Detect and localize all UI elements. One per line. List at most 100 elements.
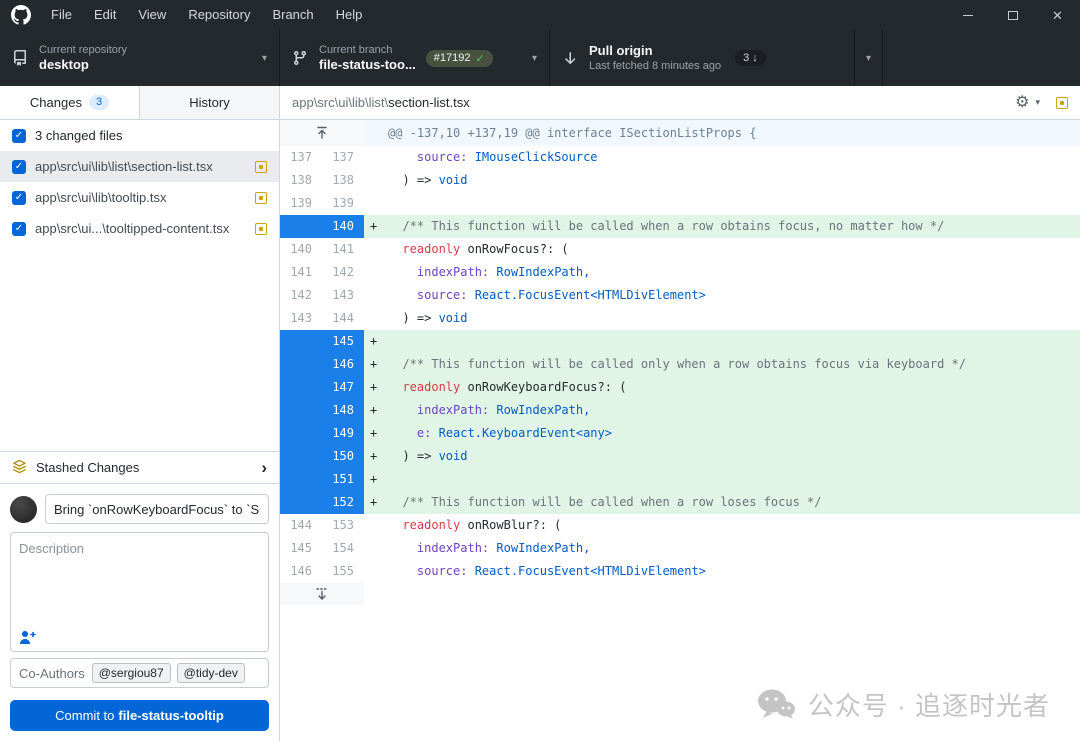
close-button[interactable]: ✕	[1035, 0, 1080, 30]
diff-line[interactable]: 144153 readonly onRowBlur?: (	[280, 514, 1080, 537]
menu-file[interactable]: File	[40, 0, 83, 30]
diff-line[interactable]: 140141 readonly onRowFocus?: (	[280, 238, 1080, 261]
diff-line[interactable]: 152+ /** This function will be called wh…	[280, 491, 1080, 514]
diff-gutter[interactable]: 138138	[280, 169, 364, 192]
tab-history[interactable]: History	[140, 86, 279, 119]
diff-gutter[interactable]: 137137	[280, 146, 364, 169]
diff-line[interactable]: 141142 indexPath: RowIndexPath,	[280, 261, 1080, 284]
commit-description-input[interactable]	[11, 533, 268, 621]
diff-line[interactable]: 143144 ) => void	[280, 307, 1080, 330]
diff-line-content: +	[364, 330, 1080, 353]
gear-icon[interactable]: ⚙	[1015, 95, 1029, 111]
select-all-checkbox[interactable]: ✓	[12, 129, 26, 143]
old-line-number: 141	[280, 261, 322, 284]
new-line-number: 144	[322, 307, 364, 330]
diff-line[interactable]: 139139	[280, 192, 1080, 215]
expand-down-row	[280, 583, 1080, 605]
chevron-down-icon: ▾	[866, 53, 871, 64]
diff-line[interactable]: 145+	[280, 330, 1080, 353]
diff-line[interactable]: 138138 ) => void	[280, 169, 1080, 192]
menu-branch[interactable]: Branch	[261, 0, 324, 30]
diff-line-content: + ) => void	[364, 445, 1080, 468]
commit-button[interactable]: Commit to file-status-tooltip	[10, 700, 269, 731]
diff-gutter[interactable]: 150	[280, 445, 364, 468]
file-row[interactable]: ✓app\src\ui...\tooltipped-content.tsx	[0, 213, 279, 244]
diff-line[interactable]: 137137 source: IMouseClickSource	[280, 146, 1080, 169]
diff-gutter[interactable]: 152	[280, 491, 364, 514]
menu-edit[interactable]: Edit	[83, 0, 127, 30]
diff-line[interactable]: 151+	[280, 468, 1080, 491]
diff-line[interactable]: 147+ readonly onRowKeyboardFocus?: (	[280, 376, 1080, 399]
chevron-right-icon: ›	[261, 459, 267, 476]
person-plus-icon	[19, 630, 36, 645]
old-line-number	[280, 330, 322, 353]
diff-line[interactable]: 142143 source: React.FocusEvent<HTMLDivE…	[280, 284, 1080, 307]
old-line-number	[280, 399, 322, 422]
chevron-down-icon[interactable]: ▾	[1035, 97, 1040, 108]
coauthor-chip[interactable]: @sergiou87	[92, 663, 171, 683]
diff-gutter[interactable]: 141142	[280, 261, 364, 284]
coauthor-chip[interactable]: @tidy-dev	[177, 663, 245, 683]
diff-gutter[interactable]: 148	[280, 399, 364, 422]
diff-line[interactable]: 146+ /** This function will be called on…	[280, 353, 1080, 376]
diff-line[interactable]: 145154 indexPath: RowIndexPath,	[280, 537, 1080, 560]
minimize-button[interactable]	[945, 0, 990, 30]
diff-gutter[interactable]: 146155	[280, 560, 364, 583]
file-row[interactable]: ✓ app\src\ui\lib\list\section-list.tsx	[0, 151, 279, 182]
commit-summary-input[interactable]	[45, 494, 269, 524]
diff-gutter[interactable]: 144153	[280, 514, 364, 537]
file-path: app\src\ui\lib\list\section-list.tsx	[35, 159, 246, 174]
diff-gutter[interactable]: 140	[280, 215, 364, 238]
modified-icon	[255, 223, 267, 235]
branch-icon	[292, 50, 308, 66]
expand-down-icon	[314, 587, 330, 601]
file-row[interactable]: ✓app\src\ui\lib\tooltip.tsx	[0, 182, 279, 213]
old-line-number: 137	[280, 146, 322, 169]
diff-line[interactable]: 149+ e: React.KeyboardEvent<any>	[280, 422, 1080, 445]
diff-gutter[interactable]: 149	[280, 422, 364, 445]
new-line-number: 153	[322, 514, 364, 537]
diff-gutter[interactable]: 151	[280, 468, 364, 491]
file-checkbox[interactable]: ✓	[12, 160, 26, 174]
diff-line[interactable]: 148+ indexPath: RowIndexPath,	[280, 399, 1080, 422]
expand-down-button[interactable]	[280, 583, 364, 605]
modified-icon	[1056, 97, 1068, 109]
new-line-number: 150	[322, 445, 364, 468]
old-line-number: 145	[280, 537, 322, 560]
changed-files-label: 3 changed files	[35, 128, 122, 143]
diff-line[interactable]: 146155 source: React.FocusEvent<HTMLDivE…	[280, 560, 1080, 583]
diff-gutter[interactable]: 145154	[280, 537, 364, 560]
tab-changes[interactable]: Changes 3	[0, 86, 140, 119]
avatar	[10, 496, 37, 523]
stashed-changes-row[interactable]: Stashed Changes ›	[0, 451, 279, 484]
diff-gutter[interactable]: 146	[280, 353, 364, 376]
pull-count-badge: 3 ↓	[735, 50, 766, 66]
old-line-number	[280, 215, 322, 238]
diff-gutter[interactable]: 140141	[280, 238, 364, 261]
expand-up-button[interactable]	[280, 120, 364, 146]
diff-gutter[interactable]: 145	[280, 330, 364, 353]
new-line-number: 151	[322, 468, 364, 491]
new-line-number: 141	[322, 238, 364, 261]
diff-gutter[interactable]: 139139	[280, 192, 364, 215]
new-line-number: 143	[322, 284, 364, 307]
diff-line-content: source: React.FocusEvent<HTMLDivElement>	[364, 284, 1080, 307]
current-repository-button[interactable]: Current repository desktop ▾	[0, 30, 280, 86]
maximize-button[interactable]	[990, 0, 1035, 30]
pull-dropdown-button[interactable]: ▾	[855, 30, 883, 86]
menu-view[interactable]: View	[127, 0, 177, 30]
diff-line[interactable]: 150+ ) => void	[280, 445, 1080, 468]
diff-gutter[interactable]: 147	[280, 376, 364, 399]
diff-line[interactable]: 140+ /** This function will be called wh…	[280, 215, 1080, 238]
menu-help[interactable]: Help	[325, 0, 374, 30]
diff-gutter[interactable]: 143144	[280, 307, 364, 330]
add-coauthor-button[interactable]	[19, 630, 36, 645]
diff-gutter[interactable]: 142143	[280, 284, 364, 307]
current-branch-button[interactable]: Current branch file-status-too... #17192…	[280, 30, 550, 86]
menu-repository[interactable]: Repository	[177, 0, 261, 30]
pull-origin-button[interactable]: Pull origin Last fetched 8 minutes ago 3…	[550, 30, 855, 86]
commit-form: Co-Authors @sergiou87@tidy-dev Commit to…	[0, 484, 279, 741]
coauthors-row[interactable]: Co-Authors @sergiou87@tidy-dev	[10, 658, 269, 688]
file-checkbox[interactable]: ✓	[12, 222, 26, 236]
file-checkbox[interactable]: ✓	[12, 191, 26, 205]
